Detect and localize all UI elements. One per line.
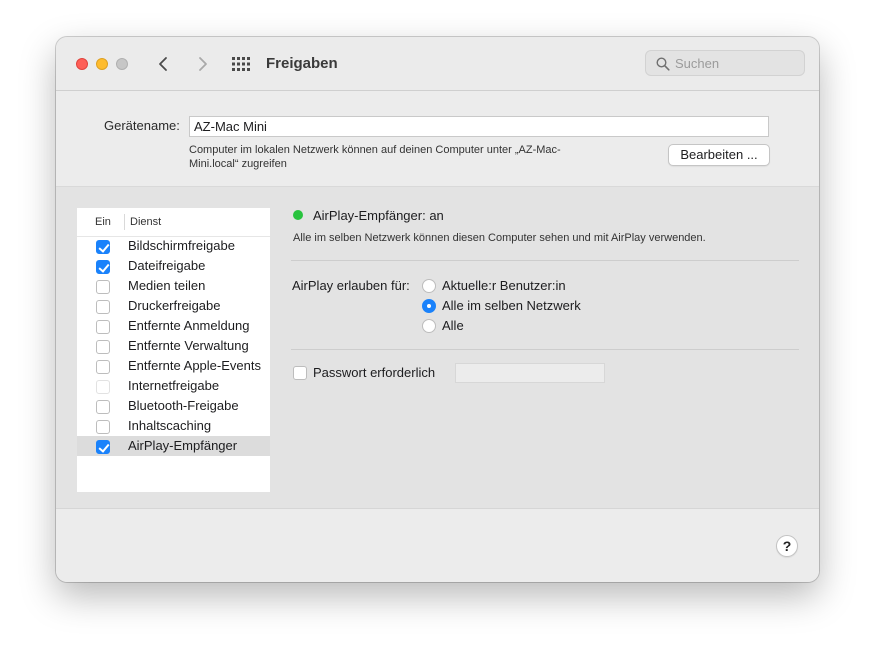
password-required-label[interactable]: Passwort erforderlich: [313, 365, 435, 380]
service-checkbox[interactable]: [96, 300, 110, 314]
radio-same-network[interactable]: [422, 299, 436, 313]
service-label: Bildschirmfreigabe: [128, 238, 235, 253]
help-button[interactable]: ?: [776, 535, 798, 557]
service-list-header: Ein Dienst: [77, 208, 270, 237]
search-icon: [656, 57, 670, 71]
forward-button[interactable]: [191, 53, 213, 75]
search-input[interactable]: [675, 54, 799, 72]
allow-for-label: AirPlay erlauben für:: [292, 278, 410, 293]
service-label: Entfernte Verwaltung: [128, 338, 249, 353]
service-label: AirPlay-Empfänger: [128, 438, 238, 453]
minimize-window-button[interactable]: [96, 58, 108, 70]
device-name-label: Gerätename:: [104, 118, 180, 133]
service-row-bildschirmfreigabe[interactable]: Bildschirmfreigabe: [77, 236, 270, 256]
device-name-input[interactable]: [189, 116, 769, 137]
service-row-entfernte-verwaltung[interactable]: Entfernte Verwaltung: [77, 336, 270, 356]
service-label: Inhaltscaching: [128, 418, 212, 433]
service-row-entfernte-anmeldung[interactable]: Entfernte Anmeldung: [77, 316, 270, 336]
device-name-section: Gerätename: Computer im lokalen Netzwerk…: [56, 91, 819, 186]
radio-label[interactable]: Alle: [442, 318, 464, 333]
service-description: Alle im selben Netzwerk können diesen Co…: [293, 232, 706, 244]
status-indicator: [293, 210, 303, 220]
service-checkbox[interactable]: [96, 440, 110, 454]
password-input[interactable]: [455, 363, 605, 383]
service-checkbox[interactable]: [96, 260, 110, 274]
device-name-note: Computer im lokalen Netzwerk können auf …: [189, 143, 609, 171]
device-note-line: Computer im lokalen Netzwerk können auf …: [189, 144, 561, 156]
service-label: Medien teilen: [128, 278, 206, 293]
radio-label[interactable]: Aktuelle:r Benutzer:in: [442, 278, 566, 293]
divider: [291, 260, 799, 261]
search-field[interactable]: [645, 50, 805, 76]
service-checkbox[interactable]: [96, 280, 110, 294]
service-label: Internetfreigabe: [128, 378, 220, 393]
toolbar: Freigaben: [56, 37, 819, 91]
service-row-internetfreigabe[interactable]: Internetfreigabe: [77, 376, 270, 396]
service-list: Ein Dienst Bildschirmfreigabe Dateifreig…: [77, 208, 270, 492]
service-label: Entfernte Anmeldung: [128, 318, 250, 333]
service-row-dateifreigabe[interactable]: Dateifreigabe: [77, 256, 270, 276]
preferences-window: Freigaben Gerätename: Computer im lokale…: [56, 37, 819, 582]
service-label: Dateifreigabe: [128, 258, 206, 273]
column-header-service[interactable]: Dienst: [130, 216, 161, 228]
divider: [291, 349, 799, 350]
window-title: Freigaben: [266, 55, 338, 72]
close-window-button[interactable]: [76, 58, 88, 70]
service-checkbox[interactable]: [96, 380, 110, 394]
service-row-entfernte-apple-events[interactable]: Entfernte Apple-Events: [77, 356, 270, 376]
device-note-line: Mini.local“ zugreifen: [189, 158, 287, 170]
service-checkbox[interactable]: [96, 420, 110, 434]
chevron-left-icon: [159, 57, 167, 71]
service-label: Entfernte Apple-Events: [128, 358, 261, 373]
service-checkbox[interactable]: [96, 320, 110, 334]
service-row-bluetooth-freigabe[interactable]: Bluetooth-Freigabe: [77, 396, 270, 416]
password-required-checkbox[interactable]: [293, 366, 307, 380]
service-status: AirPlay-Empfänger: an: [313, 208, 444, 223]
grid-icon: [232, 57, 250, 71]
service-checkbox[interactable]: [96, 360, 110, 374]
service-row-airplay-empfaenger[interactable]: AirPlay-Empfänger: [77, 436, 270, 456]
service-row-inhaltscaching[interactable]: Inhaltscaching: [77, 416, 270, 436]
edit-button[interactable]: Bearbeiten ...: [668, 144, 770, 166]
service-label: Druckerfreigabe: [128, 298, 221, 313]
column-header-on[interactable]: Ein: [95, 216, 111, 228]
service-label: Bluetooth-Freigabe: [128, 398, 239, 413]
radio-current-user[interactable]: [422, 279, 436, 293]
zoom-window-button[interactable]: [116, 58, 128, 70]
radio-everyone[interactable]: [422, 319, 436, 333]
service-row-druckerfreigabe[interactable]: Druckerfreigabe: [77, 296, 270, 316]
service-checkbox[interactable]: [96, 240, 110, 254]
main-panel: Ein Dienst Bildschirmfreigabe Dateifreig…: [56, 186, 819, 509]
back-button[interactable]: [153, 53, 175, 75]
show-all-button[interactable]: [231, 56, 251, 72]
chevron-right-icon: [199, 57, 207, 71]
service-checkbox[interactable]: [96, 400, 110, 414]
bottom-bar: [56, 508, 819, 582]
service-checkbox[interactable]: [96, 340, 110, 354]
column-divider: [124, 214, 125, 230]
service-row-medien-teilen[interactable]: Medien teilen: [77, 276, 270, 296]
radio-label[interactable]: Alle im selben Netzwerk: [442, 298, 581, 313]
